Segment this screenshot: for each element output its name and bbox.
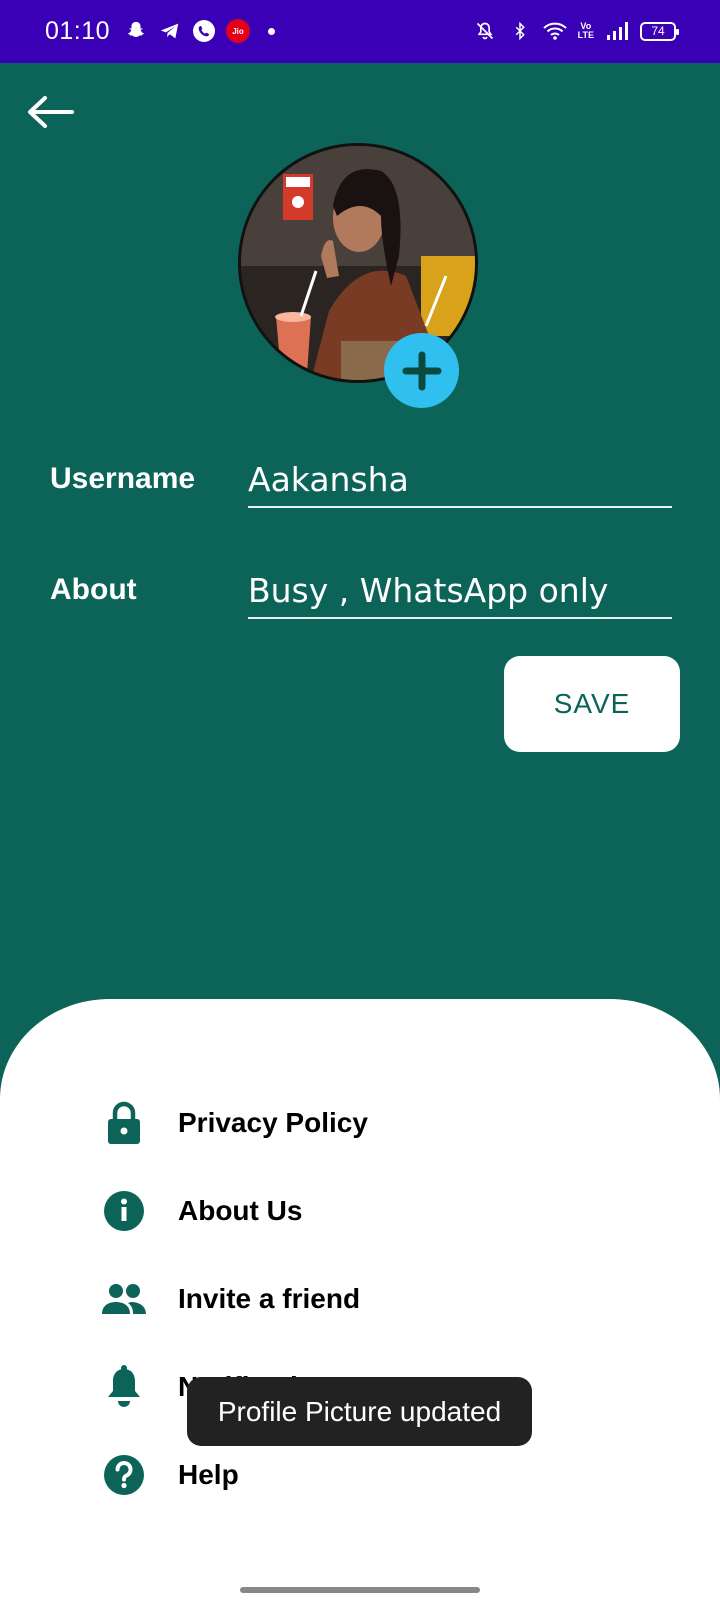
lock-icon bbox=[100, 1099, 148, 1147]
profile-avatar-container bbox=[238, 143, 482, 408]
add-photo-button[interactable] bbox=[384, 333, 459, 408]
bell-icon bbox=[100, 1363, 148, 1411]
save-button[interactable]: SAVE bbox=[504, 656, 680, 752]
info-icon bbox=[100, 1187, 148, 1235]
menu-item-label: About Us bbox=[178, 1195, 303, 1226]
menu-item-label: Help bbox=[178, 1459, 239, 1490]
status-time: 01:10 bbox=[45, 17, 111, 45]
arrow-left-icon bbox=[28, 96, 74, 128]
jio-icon: Jio bbox=[226, 19, 250, 43]
people-icon bbox=[100, 1275, 148, 1323]
back-button[interactable] bbox=[24, 92, 76, 132]
status-left-icons: Jio bbox=[124, 19, 275, 43]
whatsapp-icon bbox=[192, 19, 216, 43]
menu-item-label: Privacy Policy bbox=[178, 1107, 368, 1138]
wifi-icon bbox=[542, 19, 567, 43]
notification-dot-icon bbox=[268, 27, 275, 35]
help-icon bbox=[100, 1451, 148, 1499]
notifications-off-icon bbox=[473, 19, 497, 43]
settings-sheet: Privacy Policy About Us Invite a friend … bbox=[0, 999, 720, 1600]
menu-item-invite-friend[interactable]: Invite a friend bbox=[100, 1275, 360, 1323]
menu-item-about-us[interactable]: About Us bbox=[100, 1187, 302, 1235]
status-bar: 01:10 Jio Vo LTE 74 bbox=[0, 0, 720, 63]
volte-icon: Vo LTE bbox=[578, 22, 594, 40]
battery-icon: 74 bbox=[640, 21, 679, 41]
menu-item-label: Invite a friend bbox=[178, 1283, 361, 1314]
menu-item-privacy-policy[interactable]: Privacy Policy bbox=[100, 1099, 368, 1147]
toast-message: Profile Picture updated bbox=[187, 1377, 532, 1446]
snapchat-icon bbox=[124, 19, 148, 43]
about-label: About bbox=[50, 573, 137, 606]
status-right-icons: Vo LTE 74 bbox=[473, 19, 679, 43]
username-input[interactable] bbox=[248, 452, 672, 508]
username-label: Username bbox=[50, 462, 196, 495]
menu-item-help[interactable]: Help bbox=[100, 1451, 239, 1499]
about-input[interactable] bbox=[248, 563, 672, 619]
gesture-nav-handle[interactable] bbox=[240, 1587, 480, 1593]
bluetooth-icon bbox=[508, 19, 532, 43]
telegram-icon bbox=[158, 19, 182, 43]
volte-bottom-text: LTE bbox=[577, 30, 594, 40]
signal-icon bbox=[605, 19, 629, 43]
plus-icon bbox=[402, 351, 441, 390]
